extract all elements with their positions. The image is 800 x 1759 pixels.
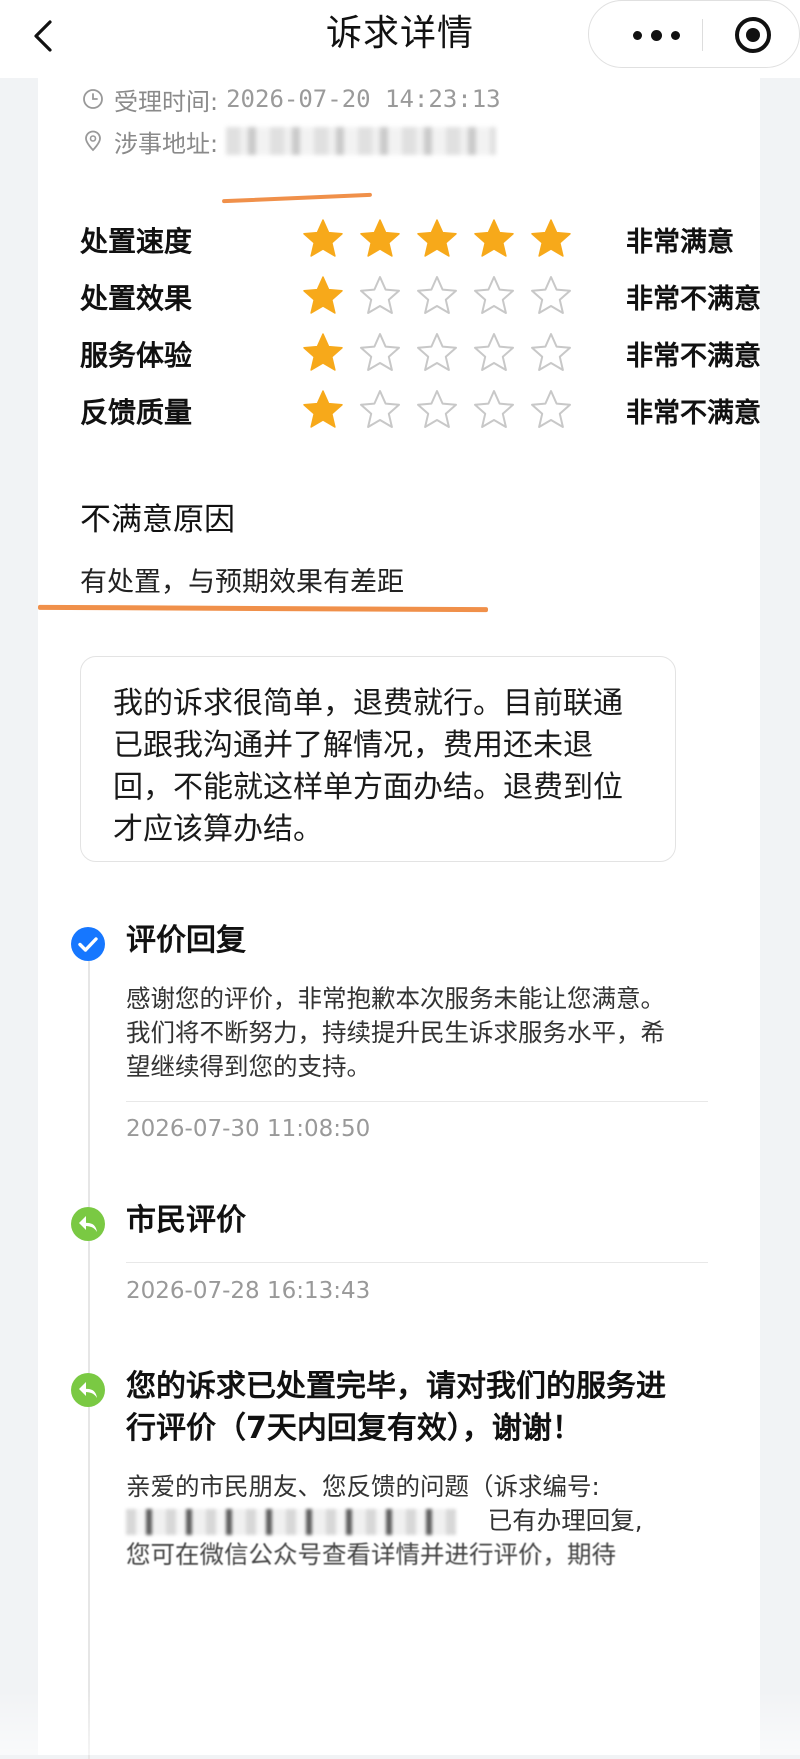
citizen-comment-text: 我的诉求很简单，退费就行。目前联通已跟我沟通并了解情况，费用还未退回，不能就这样… [113, 686, 623, 847]
star-filled-icon[interactable] [528, 216, 574, 262]
rating-row: 处置速度 非常满意 [80, 212, 734, 268]
location-pin-icon [85, 130, 101, 152]
star-filled-icon[interactable] [414, 216, 460, 262]
divider [126, 1262, 708, 1263]
star-filled-icon[interactable] [357, 216, 403, 262]
rating-label: 处置速度 [80, 225, 193, 258]
timeline-body: 亲爱的市民朋友、您反馈的问题（诉求编号: 已有办理回复, 您可在微信公众号查看详… [126, 1470, 686, 1572]
star-empty-icon[interactable] [357, 330, 403, 376]
rating-text: 非常不满意 [626, 284, 761, 315]
mini-program-capsule [588, 0, 800, 68]
rating-label: 服务体验 [80, 339, 193, 372]
dissatisfaction-reason-text: 有处置，与预期效果有差距 [80, 567, 404, 598]
target-close-icon[interactable] [732, 14, 774, 56]
address-row: 涉事地址: [82, 124, 497, 158]
star-empty-icon[interactable] [471, 273, 517, 319]
timeline-title: 评价回复 [126, 923, 246, 958]
dissatisfaction-reason-title: 不满意原因 [80, 502, 235, 538]
reply-arrow-icon [71, 1207, 105, 1241]
star-empty-icon[interactable] [414, 273, 460, 319]
timeline-time: 2026-07-30 11:08:50 [126, 1116, 371, 1142]
star-filled-icon[interactable] [300, 387, 346, 433]
rating-row: 处置效果 非常不满意 [80, 269, 761, 325]
star-empty-icon[interactable] [414, 330, 460, 376]
timeline-body-tail: 已有办理回复, [487, 1506, 643, 1535]
reply-arrow-icon [71, 1373, 105, 1407]
timeline-title: 市民评价 [126, 1203, 246, 1238]
accept-time-row: 受理时间: 2026-07-20 14:23:13 [82, 82, 501, 116]
rating-row: 反馈质量 非常不满意 [80, 383, 761, 439]
more-dots-icon[interactable] [625, 15, 705, 55]
star-empty-icon[interactable] [414, 387, 460, 433]
case-number-redacted [126, 1509, 456, 1535]
highlight-underline [221, 192, 373, 204]
star-filled-icon[interactable] [300, 216, 346, 262]
timeline-title: 您的诉求已处置完毕，请对我们的服务进行评价（7天内回复有效），谢谢！ [126, 1369, 666, 1446]
timeline-body-line: 已有办理回复, [126, 1504, 686, 1538]
star-empty-icon[interactable] [528, 387, 574, 433]
star-filled-icon[interactable] [300, 330, 346, 376]
highlight-underline [37, 604, 489, 613]
address-redacted [226, 127, 497, 155]
star-filled-icon[interactable] [471, 216, 517, 262]
rating-text: 非常不满意 [626, 341, 761, 372]
timeline-line [88, 948, 90, 1759]
accept-time-label: 受理时间: [114, 87, 219, 116]
rating-label: 反馈质量 [80, 396, 193, 429]
rating-label: 处置效果 [80, 282, 193, 315]
clock-icon [83, 89, 103, 109]
address-label: 涉事地址: [114, 129, 219, 158]
timeline-body-line: 您可在微信公众号查看详情并进行评价，期待 [126, 1540, 616, 1569]
capsule-divider [702, 19, 703, 51]
rating-row: 服务体验 非常不满意 [80, 326, 761, 382]
star-empty-icon[interactable] [357, 387, 403, 433]
citizen-comment-box: 我的诉求很简单，退费就行。目前联通已跟我沟通并了解情况，费用还未退回，不能就这样… [80, 656, 676, 862]
timeline-body: 感谢您的评价，非常抱歉本次服务未能让您满意。我们将不断努力，持续提升民生诉求服务… [126, 984, 665, 1081]
star-empty-icon[interactable] [471, 330, 517, 376]
timeline-body-line: 亲爱的市民朋友、您反馈的问题（诉求编号: [126, 1472, 600, 1501]
star-empty-icon[interactable] [528, 330, 574, 376]
accept-time-value: 2026-07-20 14:23:13 [226, 85, 501, 113]
star-empty-icon[interactable] [357, 273, 403, 319]
rating-text: 非常满意 [626, 227, 734, 258]
divider [126, 1101, 708, 1102]
check-circle-icon [71, 927, 105, 961]
star-empty-icon[interactable] [528, 273, 574, 319]
timeline-time: 2026-07-28 16:13:43 [126, 1278, 371, 1304]
star-filled-icon[interactable] [300, 273, 346, 319]
detail-card: 受理时间: 2026-07-20 14:23:13 涉事地址: 处置速度 非常满… [37, 78, 761, 1759]
star-empty-icon[interactable] [471, 387, 517, 433]
nav-bar: 诉求详情 [0, 0, 800, 78]
rating-text: 非常不满意 [626, 398, 761, 429]
